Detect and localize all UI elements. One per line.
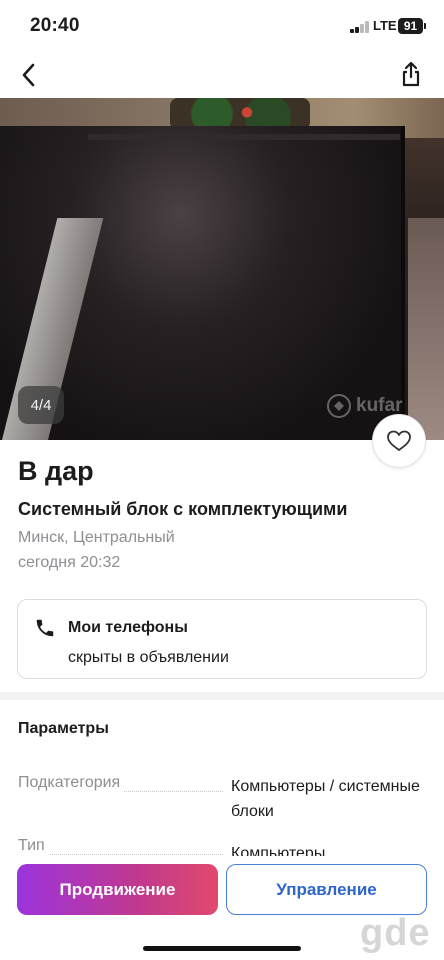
param-label: Подкатегория xyxy=(18,774,125,792)
section-divider xyxy=(0,692,444,700)
heart-icon xyxy=(387,430,411,451)
promote-button[interactable]: Продвижение xyxy=(17,864,218,915)
listing-location: Минск, Центральный xyxy=(18,529,175,546)
network-type: LTE xyxy=(373,18,397,33)
listing-title: Системный блок с комплектующими xyxy=(18,499,348,519)
nav-bar xyxy=(0,50,444,98)
param-dots xyxy=(18,854,223,855)
phones-card[interactable]: Мои телефоны скрыты в объявлении xyxy=(17,599,427,679)
photo-counter: 4/4 xyxy=(18,386,64,424)
phones-title: Мои телефоны xyxy=(68,619,188,636)
battery-level: 91 xyxy=(398,18,423,34)
share-button[interactable] xyxy=(394,57,428,91)
chevron-left-icon xyxy=(22,63,35,87)
status-time: 20:40 xyxy=(30,15,80,36)
listing-price: В дар xyxy=(18,456,94,486)
param-row: Подкатегория Компьютеры / системные блок… xyxy=(18,774,428,826)
param-value: Компьютеры / системные блоки xyxy=(231,778,420,820)
site-watermark: gde xyxy=(360,912,431,954)
signal-icon xyxy=(350,21,370,33)
status-bar: 20:40 LTE 91 xyxy=(0,0,444,50)
params-title: Параметры xyxy=(18,720,109,737)
favorite-button[interactable] xyxy=(372,414,426,468)
phone-icon xyxy=(36,619,54,637)
photo-pc-edge xyxy=(88,134,400,140)
photo-floor xyxy=(408,218,444,440)
bottom-action-bar: Продвижение Управление gde xyxy=(0,856,444,960)
manage-button[interactable]: Управление xyxy=(226,864,427,915)
phones-subtitle: скрыты в объявлении xyxy=(68,649,229,666)
listing-date: сегодня 20:32 xyxy=(18,554,121,571)
photo-gallery[interactable] xyxy=(0,98,444,440)
param-label: Тип xyxy=(18,837,49,855)
back-button[interactable] xyxy=(12,58,46,92)
share-icon xyxy=(402,61,420,87)
home-indicator[interactable] xyxy=(143,946,301,951)
battery-icon xyxy=(424,23,426,29)
kufar-logo-icon xyxy=(327,394,351,418)
